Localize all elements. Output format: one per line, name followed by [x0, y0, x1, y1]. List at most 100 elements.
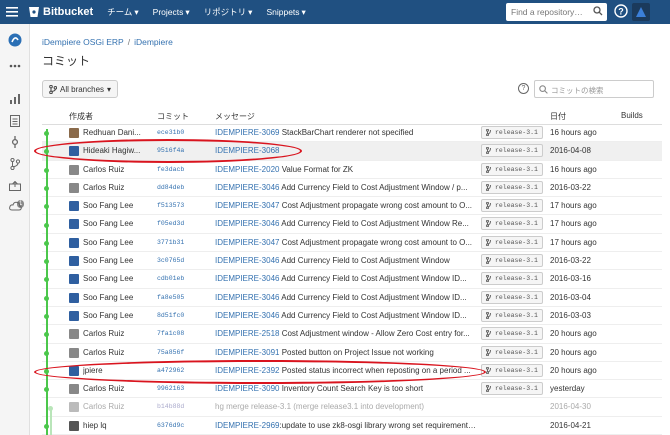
issue-link[interactable]: IDEMPIERE-3046 — [215, 311, 279, 320]
commit-message: IDEMPIERE-3046 Add Currency Field to Cos… — [215, 274, 477, 283]
branch-tag[interactable]: release-3.1 — [481, 272, 543, 286]
search-icon — [539, 85, 548, 94]
commit-row[interactable]: Carlos Ruiz 7fa1c08 IDEMPIERE-2518 Cost Ad… — [42, 325, 662, 344]
branch-tag[interactable]: release-3.1 — [481, 290, 543, 304]
breadcrumb-project-link[interactable]: iDempiere OSGi ERP — [42, 37, 124, 47]
issue-link[interactable]: IDEMPIERE-3046 — [215, 219, 279, 228]
commit-row[interactable]: Carlos Ruiz fe3dacb IDEMPIERE-2020 Value F… — [42, 161, 662, 179]
breadcrumb: iDempiere OSGi ERP / iDempiere — [42, 37, 173, 47]
branch-tag[interactable]: release-3.1 — [481, 199, 543, 213]
downloads-cloud-icon[interactable] — [7, 198, 23, 214]
commit-message-text: Cost Adjustment window - Allow Zero Cost… — [279, 329, 470, 339]
bitbucket-logo[interactable]: Bitbucket — [28, 6, 93, 18]
graph-commit-dot — [44, 314, 49, 319]
commit-hash-link[interactable]: fa8e505 — [157, 294, 184, 301]
issue-link[interactable]: IDEMPIERE-2969 — [215, 421, 279, 430]
branch-tag[interactable]: release-3.1 — [481, 363, 543, 377]
repo-logo-icon[interactable] — [7, 32, 23, 48]
nav-snippets[interactable]: Snippets ▾ — [266, 7, 305, 18]
branch-icon — [486, 275, 491, 283]
commit-hash-link[interactable]: cdb01eb — [157, 275, 184, 282]
branch-tag[interactable]: release-3.1 — [481, 308, 543, 322]
commit-message-text: Add Currency Field to Cost Adjustment Wi… — [279, 256, 450, 266]
issue-link[interactable]: IDEMPIERE-2020 — [215, 165, 279, 174]
issue-link[interactable]: IDEMPIERE-3091 — [215, 348, 279, 357]
source-file-icon[interactable] — [7, 113, 23, 129]
highlight-annotation-oval — [34, 139, 302, 163]
commit-row[interactable]: Carlos Ruiz dd84deb IDEMPIERE-3046 Add Cur… — [42, 179, 662, 198]
column-message: メッセージ — [215, 112, 255, 121]
branch-tag[interactable]: release-3.1 — [481, 126, 543, 139]
nav-repositories[interactable]: リポジトリ ▾ — [204, 6, 253, 18]
commit-search-input[interactable]: コミットの検索 — [534, 80, 654, 98]
commit-message-text: Posted button on Project Issue not worki… — [279, 347, 434, 357]
commit-hash-link[interactable]: 9962163 — [157, 385, 184, 392]
branch-tag[interactable]: release-3.1 — [481, 235, 543, 249]
commit-row[interactable]: Carlos Ruiz 75a856f IDEMPIERE-3091 Posted … — [42, 344, 662, 362]
commit-hash-link[interactable]: b14b88d — [157, 403, 184, 410]
issue-link[interactable]: IDEMPIERE-3090 — [215, 384, 279, 393]
help-icon[interactable]: ? — [614, 4, 628, 20]
issue-link[interactable]: IDEMPIERE-3047 — [215, 238, 279, 247]
author-avatar — [69, 128, 79, 138]
commit-row[interactable]: Carlos Ruiz b14b88d hg merge release-3.1 (… — [42, 398, 662, 417]
more-icon[interactable] — [7, 58, 23, 74]
branch-tag[interactable]: release-3.1 — [481, 345, 543, 359]
commits-table-body: Redhuan Dani... ece31b0 IDEMPIERE-3069 Sta… — [42, 124, 662, 435]
commit-hash-link[interactable]: 7fa1c08 — [157, 330, 184, 337]
commit-hash-link[interactable]: ece31b0 — [157, 129, 184, 136]
branch-tag-label: release-3.1 — [495, 220, 538, 228]
commit-date: 17 hours ago — [550, 219, 597, 229]
commits-icon[interactable] — [7, 134, 23, 150]
nav-projects[interactable]: Projects ▾ — [153, 7, 190, 18]
branch-tag[interactable]: release-3.1 — [481, 217, 543, 231]
commit-row[interactable]: Soo Fang Lee 3771b31 IDEMPIERE-3047 Cost A… — [42, 234, 662, 253]
commit-hash-link[interactable]: 3771b31 — [157, 239, 184, 246]
commit-date: 20 hours ago — [550, 347, 597, 357]
commit-row[interactable]: Soo Fang Lee f05ed3d IDEMPIERE-3046 Add Cu… — [42, 215, 662, 234]
commit-row[interactable]: hiep lq 6376d9c IDEMPIERE-2969:update to u… — [42, 417, 662, 435]
svg-text:?: ? — [618, 7, 624, 17]
commit-row[interactable]: Soo Fang Lee cdb01eb IDEMPIERE-3046 Add Cu… — [42, 270, 662, 289]
issue-link[interactable]: IDEMPIERE-3046 — [215, 274, 279, 283]
pull-requests-icon[interactable] — [7, 178, 23, 194]
repository-search-input[interactable]: Find a repository… — [506, 3, 607, 21]
help-icon[interactable]: ? — [518, 83, 529, 94]
commit-hash-link[interactable]: fe3dacb — [157, 166, 184, 173]
branch-tag[interactable]: release-3.1 — [481, 382, 543, 396]
issue-link[interactable]: IDEMPIERE-3046 — [215, 256, 279, 265]
branch-tag[interactable]: release-3.1 — [481, 254, 543, 268]
commit-hash-link[interactable]: 3c0765d — [157, 257, 184, 264]
chevron-down-icon: ▾ — [134, 6, 139, 17]
issue-link[interactable]: IDEMPIERE-3047 — [215, 201, 279, 210]
user-avatar[interactable] — [632, 3, 650, 21]
commit-hash-link[interactable]: dd84deb — [157, 184, 184, 191]
commit-row[interactable]: Soo Fang Lee 3c0765d IDEMPIERE-3046 Add Cu… — [42, 252, 662, 271]
commit-hash-link[interactable]: 8d51fc0 — [157, 312, 184, 319]
commit-hash-link[interactable]: f05ed3d — [157, 220, 184, 227]
nav-team[interactable]: チーム ▾ — [107, 6, 139, 18]
breadcrumb-repo-link[interactable]: iDempiere — [134, 37, 173, 47]
commit-hash-link[interactable]: 75a856f — [157, 349, 184, 356]
issue-link[interactable]: IDEMPIERE-3069 — [215, 128, 279, 137]
issue-link[interactable]: IDEMPIERE-3046 — [215, 293, 279, 302]
issue-link[interactable]: IDEMPIERE-3046 — [215, 183, 279, 192]
commit-row[interactable]: Soo Fang Lee 8d51fc0 IDEMPIERE-3046 Add Cu… — [42, 307, 662, 326]
author-avatar — [69, 310, 79, 321]
branch-tag[interactable]: release-3.1 — [481, 327, 543, 341]
commit-row[interactable]: Soo Fang Lee f513573 IDEMPIERE-3047 Cost A… — [42, 197, 662, 216]
menu-icon[interactable] — [0, 0, 24, 24]
branch-icon — [486, 147, 491, 155]
chevron-down-icon: ▾ — [248, 6, 253, 17]
branch-filter-button[interactable]: All branches ▾ — [42, 80, 118, 98]
branches-icon[interactable] — [7, 156, 23, 172]
issue-link[interactable]: IDEMPIERE-2518 — [215, 329, 279, 338]
commit-hash-link[interactable]: 6376d9c — [157, 422, 184, 429]
branch-tag[interactable]: release-3.1 — [481, 162, 543, 176]
overview-chart-icon[interactable] — [7, 91, 23, 107]
commit-author: Soo Fang Lee — [83, 219, 134, 229]
branch-tag[interactable]: release-3.1 — [481, 180, 543, 194]
branch-tag[interactable]: release-3.1 — [481, 144, 543, 158]
commit-hash-link[interactable]: f513573 — [157, 202, 184, 209]
commit-row[interactable]: Soo Fang Lee fa8e505 IDEMPIERE-3046 Add Cu… — [42, 289, 662, 307]
